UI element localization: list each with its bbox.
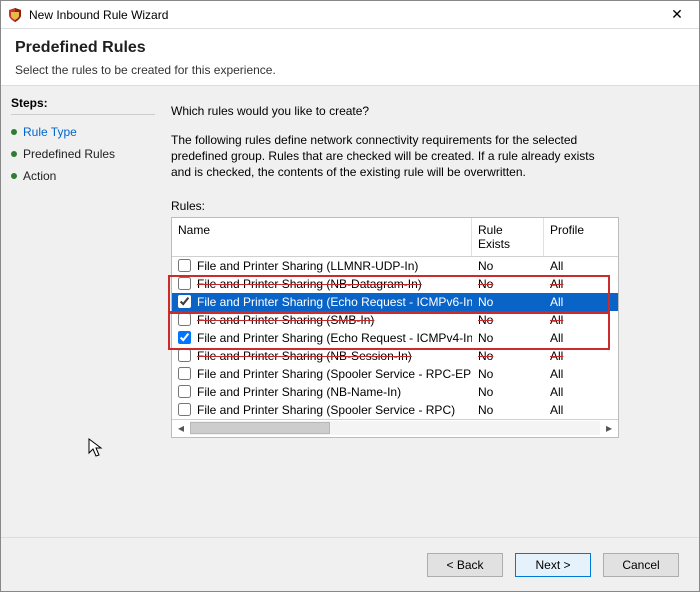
step-link[interactable]: Action [23,169,56,183]
rule-profile-value: All [544,277,584,291]
rule-profile-value: All [544,313,584,327]
table-row[interactable]: File and Printer Sharing (Spooler Servic… [172,365,618,383]
col-exists[interactable]: Rule Exists [472,218,544,256]
rule-profile-value: All [544,367,584,381]
table-row[interactable]: File and Printer Sharing (LLMNR-UDP-In) N… [172,257,618,275]
next-button[interactable]: Next > [515,553,591,577]
rule-exists-value: No [472,349,544,363]
scroll-left-icon[interactable]: ◂ [174,421,188,435]
rule-checkbox[interactable] [178,349,191,362]
scroll-thumb[interactable] [190,422,330,434]
rule-checkbox[interactable] [178,313,191,326]
step-link[interactable]: Predefined Rules [23,147,115,161]
rule-exists-value: No [472,331,544,345]
rule-exists-value: No [472,295,544,309]
steps-sidebar: Steps: Rule Type Predefined Rules Action [1,86,161,537]
col-profile[interactable]: Profile [544,218,584,256]
step-rule-type[interactable]: Rule Type [11,121,155,143]
back-button[interactable]: < Back [427,553,503,577]
step-predefined-rules[interactable]: Predefined Rules [11,143,155,165]
rule-name-label: File and Printer Sharing (LLMNR-UDP-In) [197,259,418,273]
table-row[interactable]: File and Printer Sharing (NB-Session-In)… [172,347,618,365]
rules-grid: Name Rule Exists Profile File and Printe… [171,217,619,438]
steps-label: Steps: [11,96,155,115]
content-description: The following rules define network conne… [171,132,601,181]
titlebar: New Inbound Rule Wizard ✕ [1,1,699,29]
step-link[interactable]: Rule Type [23,125,77,139]
rule-profile-value: All [544,349,584,363]
window-title: New Inbound Rule Wizard [29,8,661,22]
step-bullet-icon [11,129,17,135]
rule-name-label: File and Printer Sharing (Echo Request -… [197,331,472,345]
rule-checkbox[interactable] [178,403,191,416]
rule-exists-value: No [472,259,544,273]
page-title: Predefined Rules [15,39,685,57]
rule-exists-value: No [472,313,544,327]
step-action[interactable]: Action [11,165,155,187]
rule-profile-value: All [544,259,584,273]
rule-checkbox[interactable] [178,331,191,344]
rule-name-label: File and Printer Sharing (NB-Datagram-In… [197,277,422,291]
grid-body: File and Printer Sharing (LLMNR-UDP-In) N… [172,257,618,419]
rule-name-label: File and Printer Sharing (Echo Request -… [197,295,472,309]
horizontal-scrollbar[interactable]: ◂ ▸ [172,419,618,437]
grid-header: Name Rule Exists Profile [172,218,618,257]
table-row[interactable]: File and Printer Sharing (SMB-In) NoAll [172,311,618,329]
close-button[interactable]: ✕ [661,3,693,27]
cancel-button[interactable]: Cancel [603,553,679,577]
step-bullet-icon [11,151,17,157]
rule-checkbox[interactable] [178,295,191,308]
col-name[interactable]: Name [172,218,472,256]
step-bullet-icon [11,173,17,179]
header-area: Predefined Rules Select the rules to be … [1,29,699,86]
rule-exists-value: No [472,403,544,417]
table-row[interactable]: File and Printer Sharing (Spooler Servic… [172,401,618,419]
table-row[interactable]: File and Printer Sharing (NB-Datagram-In… [172,275,618,293]
content-question: Which rules would you like to create? [171,104,677,118]
rule-exists-value: No [472,277,544,291]
table-row[interactable]: File and Printer Sharing (Echo Request -… [172,329,618,347]
scroll-right-icon[interactable]: ▸ [602,421,616,435]
rules-label: Rules: [171,199,677,213]
table-row[interactable]: File and Printer Sharing (Echo Request -… [172,293,618,311]
rule-exists-value: No [472,367,544,381]
app-icon [7,7,23,23]
rule-checkbox[interactable] [178,367,191,380]
rule-profile-value: All [544,403,584,417]
body-area: Steps: Rule Type Predefined Rules Action W… [1,86,699,537]
table-row[interactable]: File and Printer Sharing (NB-Name-In) NoA… [172,383,618,401]
rule-name-label: File and Printer Sharing (NB-Session-In) [197,349,412,363]
wizard-window: New Inbound Rule Wizard ✕ Predefined Rul… [0,0,700,592]
content-area: Which rules would you like to create? Th… [161,86,699,537]
page-subtitle: Select the rules to be created for this … [15,63,685,77]
rule-profile-value: All [544,385,584,399]
rule-name-label: File and Printer Sharing (Spooler Servic… [197,367,472,381]
rule-name-label: File and Printer Sharing (SMB-In) [197,313,374,327]
footer-buttons: < Back Next > Cancel [1,537,699,591]
rule-checkbox[interactable] [178,385,191,398]
rule-name-label: File and Printer Sharing (Spooler Servic… [197,403,455,417]
scroll-track[interactable] [190,421,600,435]
rule-checkbox[interactable] [178,259,191,272]
rule-exists-value: No [472,385,544,399]
rule-checkbox[interactable] [178,277,191,290]
close-icon: ✕ [671,6,683,23]
rule-profile-value: All [544,295,584,309]
rule-profile-value: All [544,331,584,345]
rule-name-label: File and Printer Sharing (NB-Name-In) [197,385,401,399]
